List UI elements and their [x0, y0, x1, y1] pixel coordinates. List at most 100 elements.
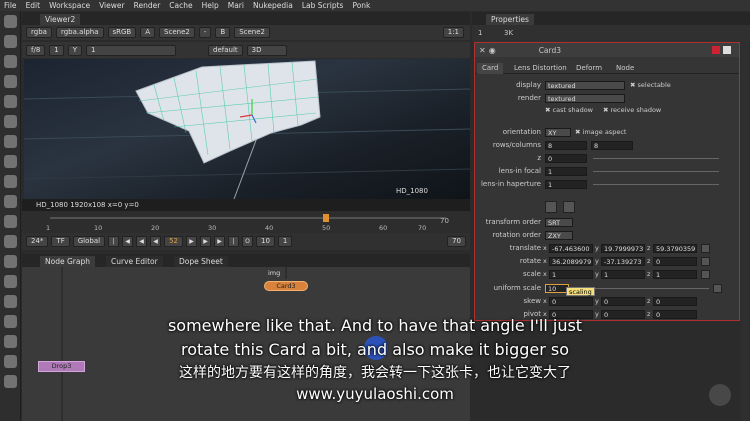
metadata-tool-icon[interactable]: [4, 275, 17, 288]
toolsets-tool-icon[interactable]: [4, 295, 17, 308]
fstop-dropdown[interactable]: f/8: [26, 44, 46, 56]
scale-y-field[interactable]: 1: [601, 270, 645, 279]
tab-card[interactable]: Card: [477, 63, 504, 74]
tab-deform[interactable]: Deform: [571, 63, 607, 74]
node-color-swatch[interactable]: [712, 46, 720, 54]
transform-order-dropdown[interactable]: SRT: [545, 218, 573, 227]
rotate-animation-icon[interactable]: [701, 257, 710, 266]
menu-render[interactable]: Render: [134, 1, 161, 10]
panel-count[interactable]: 1: [478, 29, 482, 37]
playhead-marker[interactable]: [323, 214, 329, 222]
lens-haperture-slider[interactable]: [593, 184, 719, 185]
channel-tool-icon[interactable]: [4, 75, 17, 88]
play-backward-button[interactable]: ◀: [150, 236, 162, 247]
display-dropdown[interactable]: textured: [545, 81, 625, 90]
wipe-dropdown[interactable]: -: [198, 27, 212, 38]
translate-z-field[interactable]: 59.3790359: [653, 244, 697, 253]
view-3d-dropdown[interactable]: 3D: [246, 44, 287, 56]
render-dropdown[interactable]: textured: [545, 94, 625, 103]
tab-properties[interactable]: Properties: [486, 14, 534, 25]
views-tool-icon[interactable]: [4, 255, 17, 268]
translate-x-field[interactable]: -67.463600: [549, 244, 593, 253]
menu-viewer[interactable]: Viewer: [99, 1, 125, 10]
z-slider[interactable]: [593, 158, 719, 159]
zoom-dropdown[interactable]: 1:1: [442, 27, 464, 38]
alpha-dropdown[interactable]: rgba.alpha: [55, 27, 104, 38]
play-forward-button[interactable]: ▶: [186, 236, 197, 247]
last-frame-button[interactable]: |: [228, 236, 239, 247]
card3-node[interactable]: Card3: [264, 281, 308, 291]
color-tool-icon[interactable]: [4, 95, 17, 108]
rotate-y-field[interactable]: -37.139273: [601, 257, 645, 266]
image-tool-icon[interactable]: [4, 15, 17, 28]
pivot-handle-icon[interactable]: [563, 201, 575, 213]
selectable-checkbox[interactable]: ✖ selectable: [630, 80, 671, 91]
receive-shadow-checkbox[interactable]: ✖ receive shadow: [603, 105, 661, 116]
3d-tool-icon[interactable]: [4, 195, 17, 208]
uniform-scale-animation-icon[interactable]: [713, 284, 722, 293]
menu-ponk[interactable]: Ponk: [352, 1, 370, 10]
rotate-z-field[interactable]: 0: [653, 257, 697, 266]
close-panel-icon[interactable]: ✕: [479, 46, 486, 55]
tab-lens-distortion[interactable]: Lens Distortion: [509, 63, 572, 74]
tab-dope-sheet[interactable]: Dope Sheet: [174, 256, 228, 267]
lens-focal-field[interactable]: 1: [545, 167, 587, 176]
tab-node-graph[interactable]: Node Graph: [40, 256, 95, 267]
node-name-field[interactable]: Card3: [539, 46, 561, 55]
translate-animation-icon[interactable]: [701, 244, 710, 253]
menu-cache[interactable]: Cache: [169, 1, 192, 10]
gamma-field[interactable]: 1: [86, 44, 177, 56]
image-aspect-checkbox[interactable]: ✖ image aspect: [575, 127, 626, 138]
scale-x-field[interactable]: 1: [549, 270, 593, 279]
menu-nukepedia[interactable]: Nukepedia: [253, 1, 293, 10]
menu-file[interactable]: File: [4, 1, 17, 10]
input-a-dropdown[interactable]: Scene2: [159, 27, 195, 38]
draw-tool-icon[interactable]: [4, 35, 17, 48]
current-frame-field[interactable]: 52: [164, 236, 183, 247]
frame-end-field[interactable]: 70: [447, 236, 466, 247]
colorspace-dropdown[interactable]: sRGB: [107, 27, 137, 38]
tab-curve-editor[interactable]: Curve Editor: [106, 256, 163, 267]
translate-y-field[interactable]: 19.7999973: [601, 244, 645, 253]
global-dropdown[interactable]: Global: [72, 236, 106, 247]
columns-field[interactable]: 8: [591, 141, 633, 150]
keyer-tool-icon[interactable]: [4, 135, 17, 148]
menu-lab-scripts[interactable]: Lab Scripts: [302, 1, 344, 10]
tf-dropdown[interactable]: TF: [51, 236, 70, 247]
menu-help[interactable]: Help: [202, 1, 219, 10]
view-mode-dropdown[interactable]: default: [208, 44, 243, 56]
input-b-dropdown[interactable]: Scene2: [234, 27, 270, 38]
transform-tool-icon[interactable]: [4, 175, 17, 188]
skew-z-field[interactable]: 0: [653, 297, 697, 306]
step-forward-button[interactable]: ▶: [200, 236, 211, 247]
step-back-button[interactable]: ◀: [136, 236, 148, 247]
next-keyframe-button[interactable]: ▶: [214, 236, 225, 247]
fps-dropdown[interactable]: 24*: [26, 236, 49, 247]
merge-tool-icon[interactable]: [4, 155, 17, 168]
rotation-order-dropdown[interactable]: ZXY: [545, 231, 573, 240]
orientation-dropdown[interactable]: XY: [545, 128, 571, 137]
viewer-canvas[interactable]: HD_1080: [24, 59, 470, 199]
menu-mari[interactable]: Mari: [228, 1, 244, 10]
cast-shadow-checkbox[interactable]: ✖ cast shadow: [545, 105, 593, 116]
tab-viewer2[interactable]: Viewer2: [40, 14, 81, 25]
scale-z-field[interactable]: 1: [653, 270, 697, 279]
filter-tool-icon[interactable]: [4, 115, 17, 128]
skew-y-field[interactable]: 0: [601, 297, 645, 306]
lens-focal-slider[interactable]: [593, 171, 719, 172]
bar-items[interactable]: 3K: [504, 29, 513, 37]
collapse-icon[interactable]: ◉: [489, 46, 496, 55]
first-frame-button[interactable]: |: [108, 236, 120, 247]
loop-button[interactable]: O: [242, 236, 253, 247]
time-tool-icon[interactable]: [4, 55, 17, 68]
rotate-x-field[interactable]: 36.2089979: [549, 257, 593, 266]
tab-node[interactable]: Node: [611, 63, 639, 74]
lens-haperture-field[interactable]: 1: [545, 180, 587, 189]
scale-animation-icon[interactable]: [701, 270, 710, 279]
skew-x-field[interactable]: 0: [549, 297, 593, 306]
particles-tool-icon[interactable]: [4, 215, 17, 228]
float-panel-icon[interactable]: [723, 46, 731, 54]
channels-dropdown[interactable]: rgba: [26, 27, 52, 38]
z-field[interactable]: 0: [545, 154, 587, 163]
menu-edit[interactable]: Edit: [26, 1, 41, 10]
